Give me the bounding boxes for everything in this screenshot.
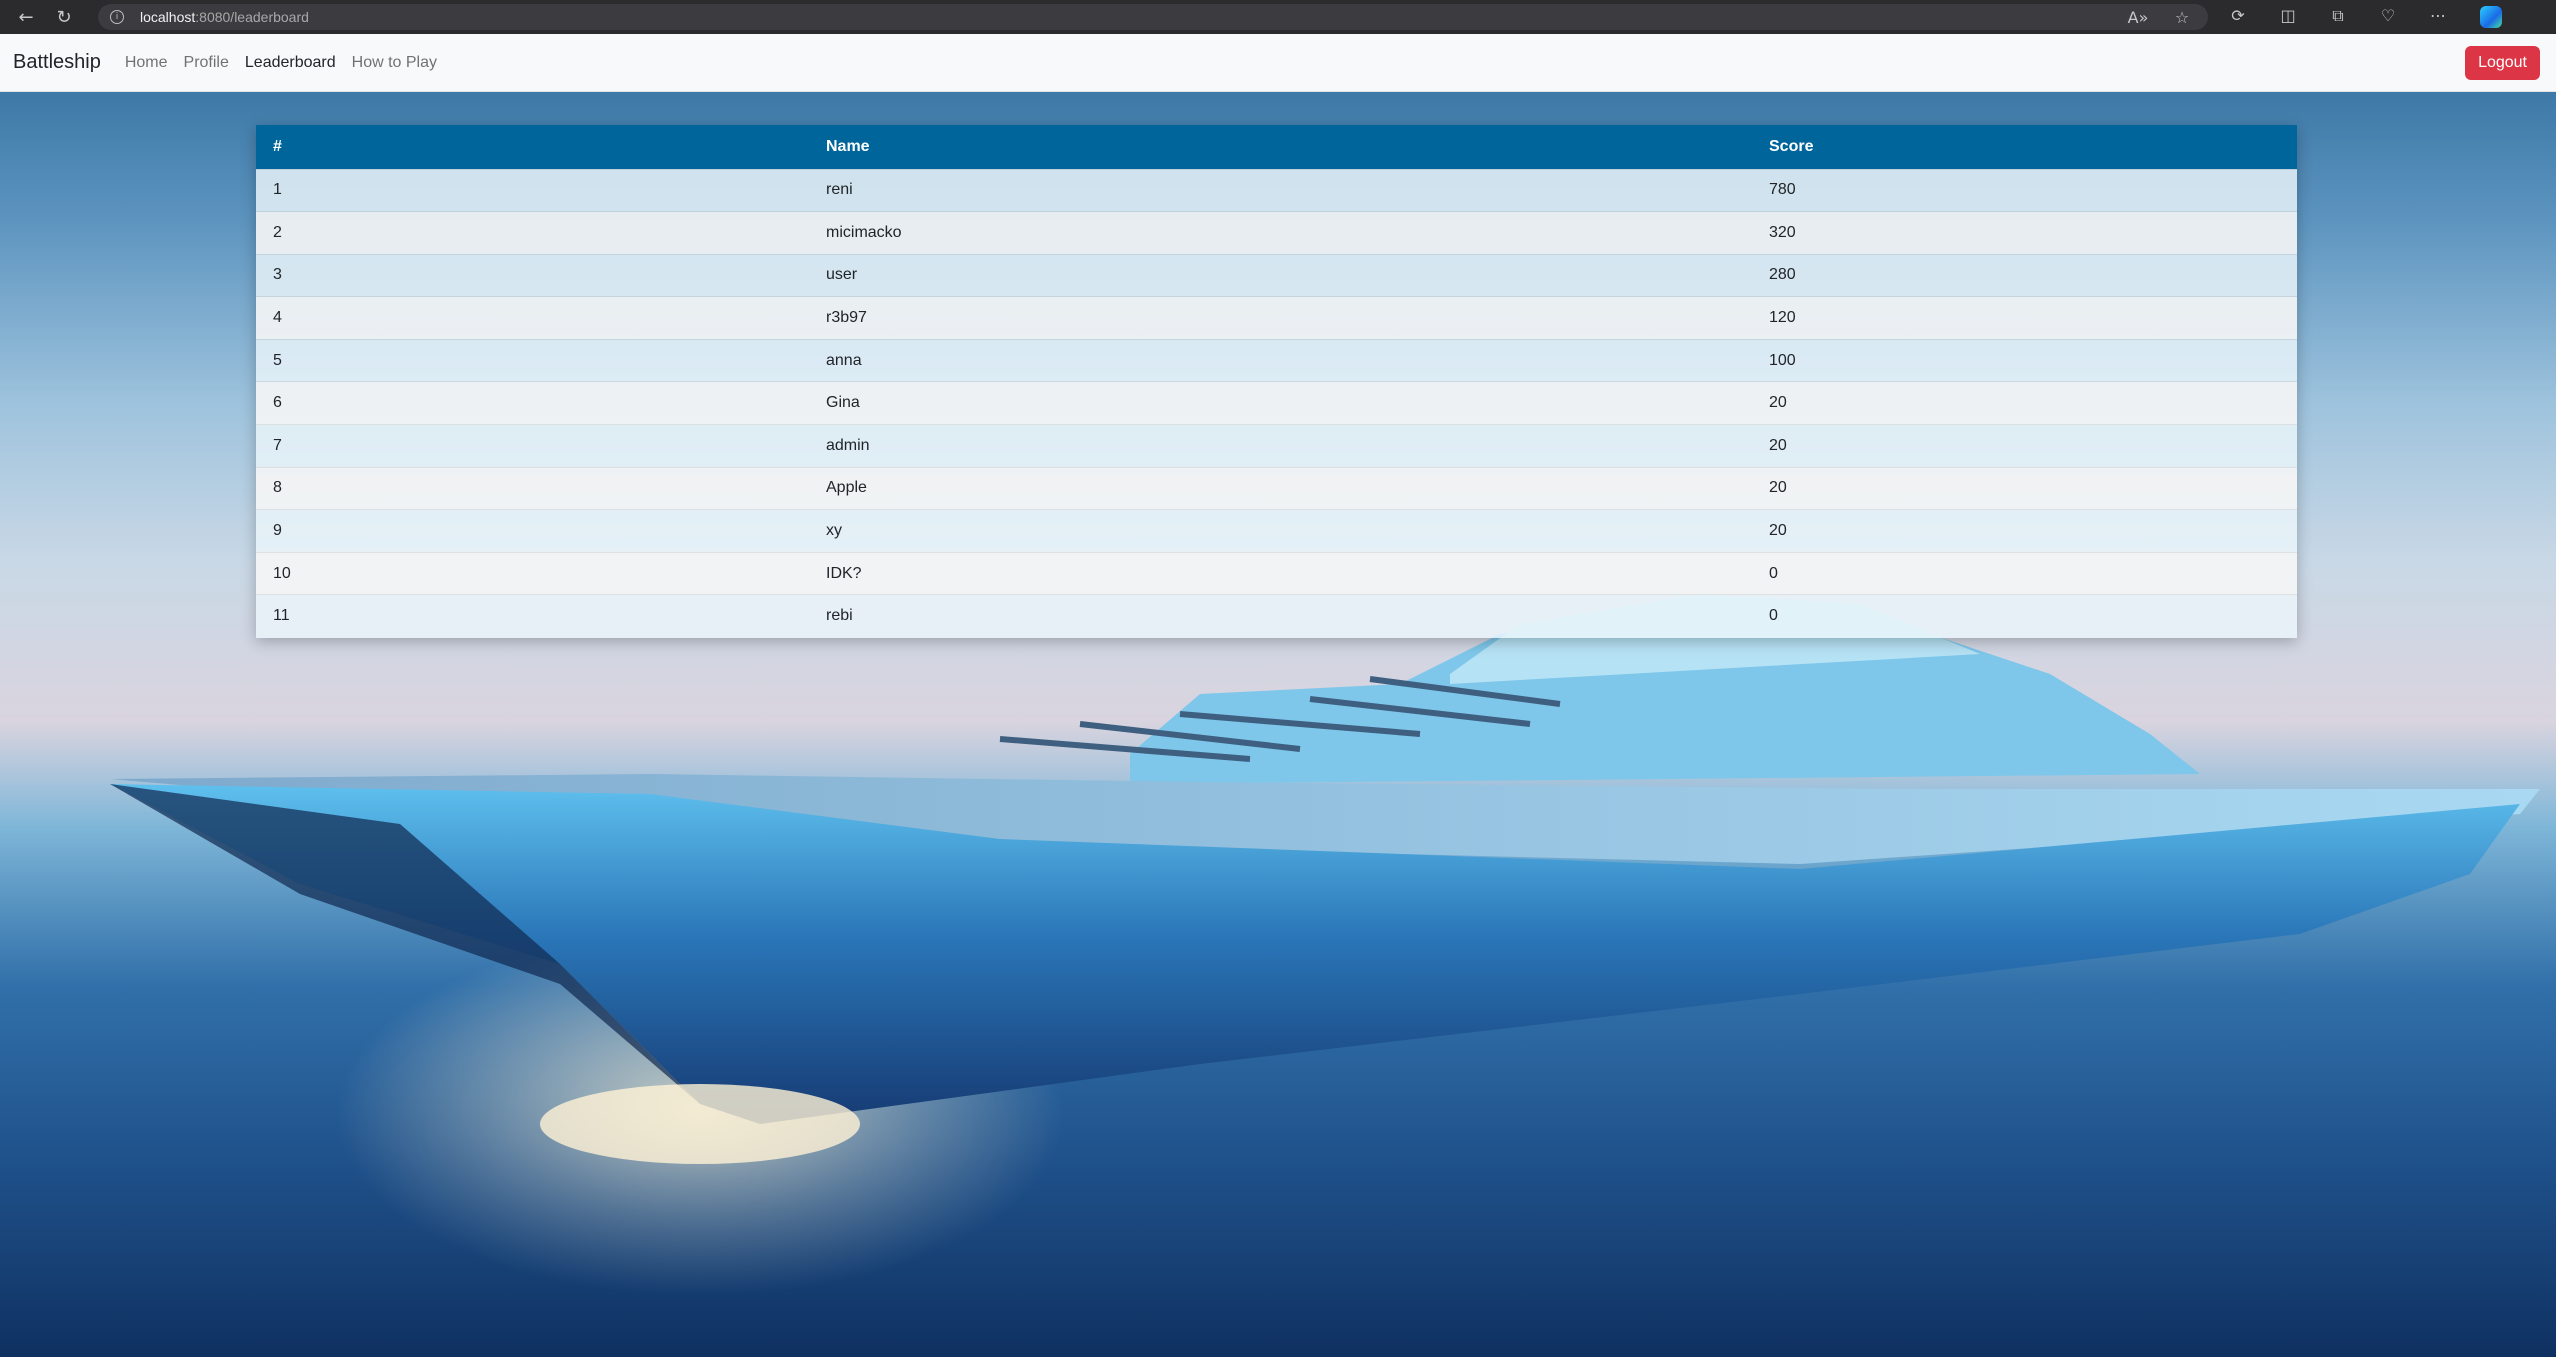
- cell-rank: 6: [273, 394, 282, 412]
- cell-score: 0: [1769, 607, 1778, 625]
- extensions-icon[interactable]: ⟳: [2226, 6, 2250, 28]
- table-row: 2 micimacko 320: [256, 211, 2297, 255]
- cell-rank: 2: [273, 223, 282, 241]
- table-row: 8 Apple 20: [256, 467, 2297, 510]
- cell-name: anna: [826, 351, 862, 369]
- copilot-icon[interactable]: [2480, 6, 2502, 28]
- cell-score: 780: [1769, 181, 1796, 199]
- leaderboard-table: # Name Score 1 reni 780 2 micimacko 320 3 user 2…: [256, 125, 2297, 638]
- cell-score: 0: [1769, 564, 1778, 582]
- cell-rank: 9: [273, 522, 282, 540]
- more-menu-icon[interactable]: ⋯: [2426, 6, 2450, 28]
- favorite-star-icon[interactable]: ☆: [2170, 8, 2194, 27]
- cell-name: xy: [826, 522, 842, 540]
- nav-link-home[interactable]: Home: [125, 54, 168, 72]
- app-viewport: Battleship Home Profile Leaderboard How …: [0, 34, 2556, 1357]
- brand-logo[interactable]: Battleship: [13, 51, 101, 74]
- cell-score: 120: [1769, 309, 1796, 327]
- column-header-score: Score: [1769, 137, 1814, 155]
- cell-rank: 11: [273, 607, 290, 625]
- table-row: 11 rebi 0: [256, 594, 2297, 638]
- browser-essentials-icon[interactable]: ♡: [2376, 6, 2400, 28]
- browser-toolbar: ← ↻ i localhost:8080/leaderboard A» ☆ ⟳ …: [0, 0, 2556, 34]
- table-row: 7 admin 20: [256, 424, 2297, 468]
- cell-rank: 4: [273, 309, 282, 327]
- cell-rank: 7: [273, 436, 282, 454]
- nav-link-leaderboard[interactable]: Leaderboard: [245, 54, 336, 72]
- site-info-icon[interactable]: i: [110, 10, 124, 24]
- table-row: 3 user 280: [256, 254, 2297, 297]
- cell-rank: 3: [273, 266, 282, 284]
- reload-icon[interactable]: ↻: [52, 5, 76, 29]
- table-row: 1 reni 780: [256, 169, 2297, 212]
- logout-button[interactable]: Logout: [2465, 45, 2540, 80]
- cell-name: rebi: [826, 607, 853, 625]
- table-row: 10 IDK? 0: [256, 552, 2297, 595]
- cell-score: 320: [1769, 223, 1796, 241]
- cell-score: 280: [1769, 266, 1796, 284]
- cell-score: 20: [1769, 522, 1787, 540]
- table-row: 6 Gina 20: [256, 381, 2297, 425]
- cell-name: micimacko: [826, 223, 902, 241]
- cell-score: 20: [1769, 479, 1787, 497]
- cell-name: user: [826, 266, 858, 284]
- cell-score: 20: [1769, 394, 1787, 412]
- table-row: 5 anna 100: [256, 339, 2297, 382]
- cell-score: 20: [1769, 436, 1787, 454]
- cell-name: r3b97: [826, 309, 867, 327]
- leaderboard-body: 1 reni 780 2 micimacko 320 3 user 280 4 r3b97 120 5 a…: [256, 169, 2297, 638]
- collections-icon[interactable]: ⧉: [2326, 6, 2350, 28]
- back-arrow-icon[interactable]: ←: [14, 5, 38, 29]
- table-header-row: # Name Score: [256, 125, 2297, 169]
- column-header-rank: #: [273, 137, 282, 155]
- cell-name: admin: [826, 436, 870, 454]
- table-row: 4 r3b97 120: [256, 296, 2297, 340]
- cell-rank: 1: [273, 181, 282, 199]
- address-bar[interactable]: i localhost:8080/leaderboard A» ☆: [98, 4, 2208, 30]
- cell-rank: 5: [273, 351, 282, 369]
- table-row: 9 xy 20: [256, 509, 2297, 553]
- split-screen-icon[interactable]: ◫: [2276, 6, 2300, 28]
- cell-rank: 10: [273, 564, 291, 582]
- read-aloud-icon[interactable]: A»: [2126, 8, 2150, 27]
- url-path: :8080/leaderboard: [195, 9, 309, 25]
- nav-link-how-to-play[interactable]: How to Play: [352, 54, 437, 72]
- nav-link-profile[interactable]: Profile: [184, 54, 229, 72]
- cell-rank: 8: [273, 479, 282, 497]
- url-host: localhost: [140, 9, 196, 25]
- column-header-name: Name: [826, 137, 870, 155]
- cell-name: IDK?: [826, 564, 862, 582]
- cell-name: Gina: [826, 394, 860, 412]
- cell-score: 100: [1769, 351, 1796, 369]
- cell-name: Apple: [826, 479, 867, 497]
- cell-name: reni: [826, 181, 853, 199]
- leaderboard-table-container: # Name Score 1 reni 780 2 micimacko 320 3 user 2…: [256, 125, 2297, 638]
- top-navbar: Battleship Home Profile Leaderboard How …: [0, 34, 2556, 92]
